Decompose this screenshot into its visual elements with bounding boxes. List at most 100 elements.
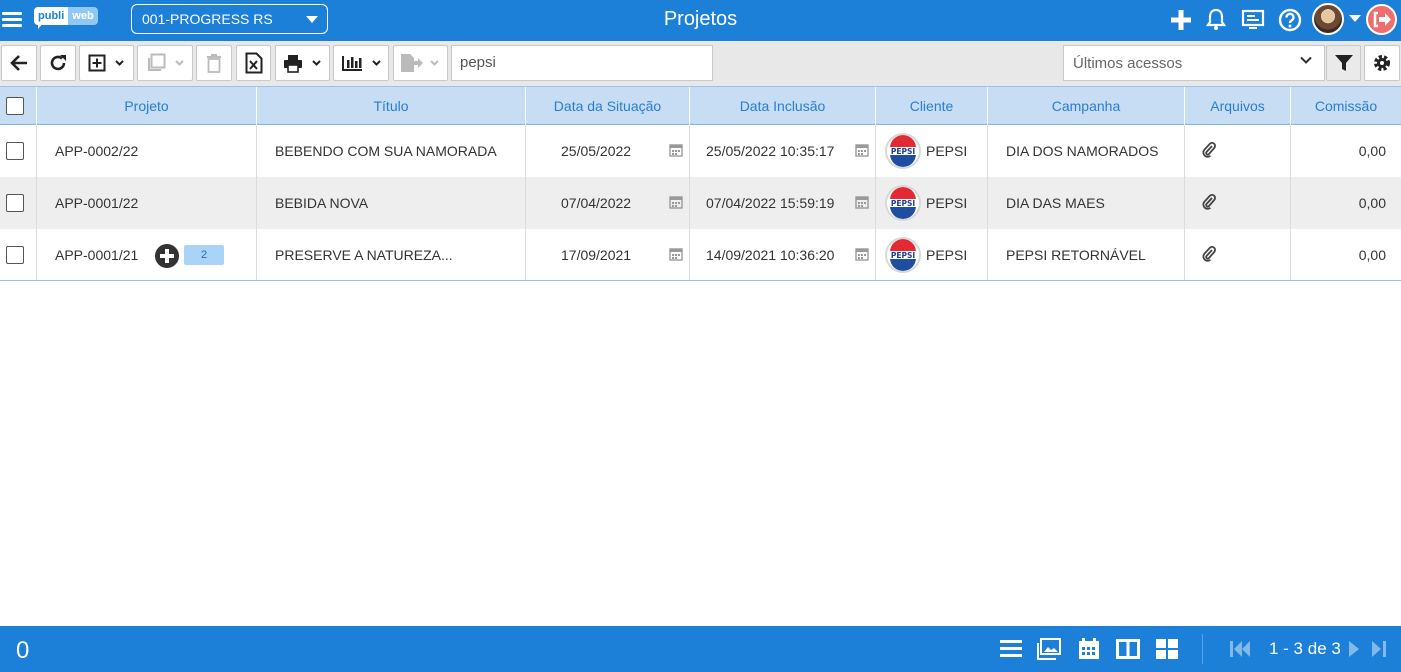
table-bottom-border bbox=[0, 280, 1401, 281]
cell-titulo: PRESERVE A NATUREZA... bbox=[257, 229, 526, 281]
col-comissao[interactable]: Comissão bbox=[1291, 87, 1401, 125]
filter-icon bbox=[1334, 55, 1353, 71]
copy-icon bbox=[148, 53, 166, 71]
cell-comissao: 0,00 bbox=[1358, 247, 1386, 263]
subproject-count-badge[interactable]: 2 bbox=[184, 245, 224, 265]
list-view-icon[interactable] bbox=[999, 638, 1023, 660]
col-campanha[interactable]: Campanha bbox=[988, 87, 1185, 125]
file-export-icon bbox=[401, 54, 423, 72]
toolbar: pepsi Últimos acessos bbox=[0, 41, 1401, 86]
paperclip-icon[interactable] bbox=[1202, 246, 1216, 262]
cell-data-situacao: 17/09/2021 bbox=[526, 229, 690, 281]
cell-arquivos bbox=[1185, 229, 1291, 281]
grid-view-icon[interactable] bbox=[1155, 638, 1179, 660]
paperclip-icon[interactable] bbox=[1202, 142, 1216, 158]
cell-data-inclusao: 07/04/2022 15:59:19 bbox=[690, 177, 876, 229]
pagination-label: 1 - 3 de 3 bbox=[1269, 639, 1341, 658]
printer-icon bbox=[284, 54, 302, 73]
calendar-icon[interactable] bbox=[855, 195, 869, 209]
col-data-situacao[interactable]: Data da Situação bbox=[526, 87, 690, 125]
cell-campanha: DIA DOS NAMORADOS bbox=[988, 125, 1185, 177]
chevron-down-icon bbox=[175, 60, 184, 66]
bell-icon[interactable] bbox=[1203, 7, 1229, 33]
table-row[interactable]: APP-0001/21 2 PRESERVE A NATUREZA... 17/… bbox=[0, 229, 1401, 281]
gear-icon bbox=[1374, 55, 1390, 71]
cell-data-situacao: 07/04/2022 bbox=[526, 177, 690, 229]
row-checkbox[interactable] bbox=[6, 142, 24, 160]
pepsi-logo: PEPSI bbox=[885, 133, 921, 169]
col-cliente[interactable]: Cliente bbox=[876, 87, 988, 125]
calendar-icon[interactable] bbox=[855, 143, 869, 157]
calendar-icon[interactable] bbox=[669, 195, 683, 209]
calendar-view-icon[interactable] bbox=[1077, 638, 1101, 660]
monitor-icon[interactable] bbox=[1240, 7, 1266, 33]
export-excel-button[interactable] bbox=[236, 45, 271, 81]
row-checkbox[interactable] bbox=[6, 194, 24, 212]
user-avatar[interactable] bbox=[1312, 3, 1344, 35]
chevron-down-icon[interactable] bbox=[1349, 15, 1361, 22]
top-bar: publi web 001-PROGRESS RS Projetos bbox=[0, 0, 1401, 41]
pepsi-logo: PEPSI bbox=[885, 185, 921, 221]
cell-arquivos bbox=[1185, 125, 1291, 177]
data-situacao-value: 07/04/2022 bbox=[561, 195, 632, 211]
expand-subprojects-button[interactable] bbox=[155, 244, 179, 268]
col-titulo[interactable]: Título bbox=[257, 87, 526, 125]
trash-icon bbox=[207, 54, 221, 73]
footer-divider bbox=[1202, 634, 1203, 664]
data-situacao-value: 17/09/2021 bbox=[561, 247, 632, 263]
cell-titulo: BEBENDO COM SUA NAMORADA bbox=[257, 125, 526, 177]
delete-button[interactable] bbox=[196, 45, 232, 81]
cell-data-inclusao: 14/09/2021 10:36:20 bbox=[690, 229, 876, 281]
plus-icon bbox=[160, 249, 174, 263]
footer-bar: 0 1 - 3 de 3 bbox=[0, 626, 1401, 672]
cell-comissao: 0,00 bbox=[1358, 195, 1386, 211]
bar-chart-icon bbox=[342, 56, 362, 71]
chevron-down-icon bbox=[312, 60, 321, 66]
table-row[interactable]: APP-0002/22 BEBENDO COM SUA NAMORADA 25/… bbox=[0, 125, 1401, 177]
split-view-icon[interactable] bbox=[1116, 638, 1140, 660]
chevron-down-icon bbox=[372, 60, 381, 66]
row-checkbox[interactable] bbox=[6, 246, 24, 264]
calendar-icon[interactable] bbox=[855, 247, 869, 261]
cell-arquivos bbox=[1185, 177, 1291, 229]
refresh-icon bbox=[50, 55, 66, 71]
add-icon[interactable] bbox=[1168, 7, 1194, 33]
data-inclusao-value: 07/04/2022 15:59:19 bbox=[706, 195, 835, 211]
print-button[interactable] bbox=[275, 45, 330, 81]
calendar-icon[interactable] bbox=[669, 247, 683, 261]
logout-button[interactable] bbox=[1366, 4, 1397, 35]
col-data-inclusao[interactable]: Data Inclusão bbox=[690, 87, 876, 125]
gallery-view-icon[interactable] bbox=[1037, 638, 1061, 660]
export-button[interactable] bbox=[393, 45, 448, 81]
recent-access-select[interactable]: Últimos acessos bbox=[1063, 45, 1325, 81]
copy-button[interactable] bbox=[137, 45, 193, 81]
chart-button[interactable] bbox=[333, 45, 389, 81]
arrow-left-icon bbox=[10, 55, 27, 71]
settings-button[interactable] bbox=[1364, 45, 1400, 81]
logout-icon bbox=[1373, 11, 1391, 28]
last-page-icon[interactable] bbox=[1370, 638, 1394, 660]
next-page-icon[interactable] bbox=[1345, 638, 1369, 660]
table-row[interactable]: APP-0001/22 BEBIDA NOVA 07/04/2022 07/04… bbox=[0, 177, 1401, 229]
cell-titulo: BEBIDA NOVA bbox=[257, 177, 526, 229]
paperclip-icon[interactable] bbox=[1202, 194, 1216, 210]
calendar-icon[interactable] bbox=[669, 143, 683, 157]
filter-button[interactable] bbox=[1326, 45, 1361, 81]
first-page-icon[interactable] bbox=[1228, 638, 1252, 660]
refresh-button[interactable] bbox=[40, 45, 76, 81]
select-all-cell bbox=[0, 87, 37, 125]
cell-campanha: DIA DAS MAES bbox=[988, 177, 1185, 229]
col-arquivos[interactable]: Arquivos bbox=[1185, 87, 1291, 125]
svg-text:PEPSI: PEPSI bbox=[891, 251, 916, 260]
help-icon[interactable] bbox=[1277, 7, 1303, 33]
search-input[interactable]: pepsi bbox=[451, 45, 713, 81]
svg-text:PEPSI: PEPSI bbox=[891, 147, 916, 156]
chevron-down-icon bbox=[115, 60, 124, 66]
col-projeto[interactable]: Projeto bbox=[37, 87, 257, 125]
cell-data-inclusao: 25/05/2022 10:35:17 bbox=[690, 125, 876, 177]
select-all-checkbox[interactable] bbox=[6, 97, 24, 115]
back-button[interactable] bbox=[1, 45, 37, 81]
data-situacao-value: 25/05/2022 bbox=[561, 143, 632, 159]
pepsi-logo: PEPSI bbox=[885, 237, 921, 273]
new-button[interactable] bbox=[79, 45, 134, 81]
